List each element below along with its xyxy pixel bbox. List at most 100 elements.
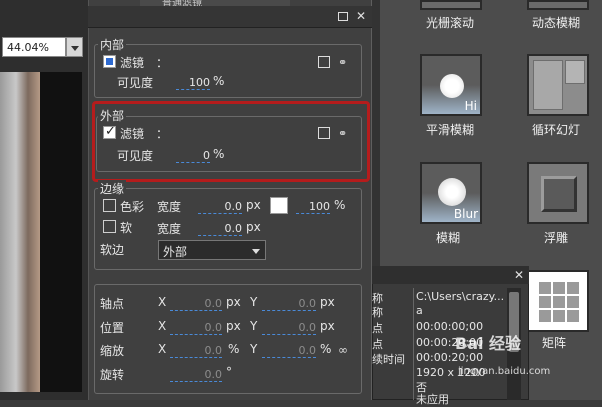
pivot-y-unit: px	[320, 295, 335, 309]
panel-titlebar: ✕	[88, 6, 372, 28]
effect-label-blur: 模糊	[436, 231, 461, 245]
effect-label-motion-blur: 动态模糊	[532, 16, 581, 30]
inner-group-title: 内部	[98, 36, 127, 53]
pivot-x-label: X	[158, 295, 167, 309]
position-y-label: Y	[250, 319, 258, 333]
position-y-unit: px	[320, 319, 335, 333]
edge-group-title: 边缘	[98, 180, 127, 197]
position-label: 位置	[100, 321, 125, 335]
edge-opacity-input[interactable]: 100	[296, 200, 330, 214]
pivot-x-input[interactable]: 0.0	[170, 297, 222, 311]
link-icon[interactable]: ⚭	[338, 127, 352, 140]
position-y-input[interactable]: 0.0	[262, 321, 316, 335]
edge-width-unit: px	[246, 198, 261, 212]
edge-soft-label: 软	[120, 221, 133, 235]
thumb-text-hi: Hi	[464, 99, 477, 113]
close-icon: ✕	[513, 268, 525, 282]
rotate-input[interactable]: 0.0	[170, 368, 222, 382]
info-column-divider	[413, 288, 414, 400]
effect-label-loop-slide: 循环幻灯	[532, 123, 581, 137]
folder-icon[interactable]	[318, 127, 330, 139]
restore-icon	[338, 12, 348, 21]
pivot-label: 轴点	[100, 297, 125, 311]
restore-button[interactable]	[336, 10, 350, 24]
clip-info-titlebar: ✕	[372, 266, 529, 284]
effect-thumb-smooth-blur[interactable]: Hi	[420, 54, 482, 116]
soft-edge-label: 软边	[100, 243, 125, 257]
effect-thumb-emboss[interactable]	[527, 162, 589, 224]
inner-filter-colon: ：	[156, 56, 169, 70]
effects-divider	[372, 0, 380, 270]
scale-x-label: X	[158, 342, 167, 356]
edge-color-label: 色彩	[120, 200, 145, 214]
effect-label-emboss: 浮雕	[544, 231, 569, 245]
soft-edge-select[interactable]: 外部	[158, 240, 266, 260]
scale-y-unit: %	[320, 342, 332, 356]
position-x-input[interactable]: 0.0	[170, 321, 222, 335]
inner-filter-label: 滤镜	[120, 56, 145, 70]
effect-thumb-raster-scroll[interactable]	[420, 0, 482, 10]
emboss-square-icon	[541, 176, 577, 212]
info-value: 未应用	[416, 393, 449, 406]
pivot-y-label: Y	[250, 295, 258, 309]
pivot-x-unit: px	[226, 295, 241, 309]
edge-width-label: 宽度	[157, 200, 182, 214]
baidu-watermark: Bai 经验	[455, 334, 522, 353]
outer-filter-colon: ：	[156, 127, 169, 141]
slide-panel-icon	[565, 60, 585, 84]
edge-opacity-unit: %	[334, 198, 346, 212]
sphere-icon	[438, 178, 466, 206]
scale-y-input[interactable]: 0.0	[262, 344, 316, 358]
scale-x-unit: %	[228, 342, 240, 356]
inner-visibility-unit: %	[213, 74, 225, 88]
inner-visibility-input[interactable]: 100	[176, 76, 210, 90]
effect-label-matrix: 矩阵	[542, 336, 567, 350]
info-key: 点	[372, 338, 383, 351]
baidu-watermark-url: jingyan.baidu.com	[458, 366, 551, 377]
edge-color-checkbox[interactable]	[103, 199, 116, 212]
thumb-text-blur: Blur	[453, 207, 478, 221]
rotate-label: 旋转	[100, 368, 125, 382]
rotate-unit: °	[226, 365, 232, 379]
zoom-dropdown-button[interactable]	[66, 37, 83, 57]
grid-icon	[539, 282, 579, 322]
chain-link-icon[interactable]: ∞	[338, 343, 348, 357]
position-x-label: X	[158, 319, 167, 333]
outer-visibility-unit: %	[213, 147, 225, 161]
soft-edge-selected: 外部	[163, 245, 188, 259]
info-value: C:\Users\crazy...	[416, 290, 505, 303]
zoom-input[interactable]: 44.04%	[2, 37, 66, 57]
edge-color-swatch[interactable]	[270, 197, 288, 214]
grid-line	[539, 308, 579, 310]
scale-x-input[interactable]: 0.0	[170, 344, 222, 358]
outer-filter-label: 滤镜	[120, 127, 145, 141]
grid-line	[539, 294, 579, 296]
outer-group-title: 外部	[98, 107, 127, 124]
pivot-y-input[interactable]: 0.0	[262, 297, 316, 311]
slide-panel-icon	[533, 60, 563, 110]
edge-width-input[interactable]: 0.0	[198, 200, 242, 214]
outer-filter-checkbox[interactable]	[103, 124, 116, 139]
effect-thumb-loop-slide[interactable]	[527, 54, 589, 116]
close-icon: ✕	[355, 9, 367, 23]
info-close-button[interactable]: ✕	[512, 268, 526, 282]
outer-visibility-input[interactable]: 0	[176, 149, 210, 163]
info-key: 续时间	[372, 353, 405, 366]
effect-label-smooth-blur: 平滑模糊	[426, 123, 475, 137]
scale-y-label: Y	[250, 342, 258, 356]
preview-image	[0, 72, 40, 392]
folder-icon[interactable]	[318, 56, 330, 68]
close-button[interactable]: ✕	[354, 9, 368, 23]
effect-thumb-blur[interactable]: Blur	[420, 162, 482, 224]
edge-soft-width-input[interactable]: 0.0	[198, 222, 242, 236]
effect-thumb-matrix[interactable]	[527, 270, 589, 332]
info-value: a	[416, 304, 423, 317]
edge-soft-width-label: 宽度	[157, 222, 182, 236]
position-x-unit: px	[226, 319, 241, 333]
link-icon[interactable]: ⚭	[338, 56, 352, 69]
edge-soft-width-unit: px	[246, 220, 261, 234]
inner-filter-checkbox[interactable]	[103, 55, 116, 68]
effect-thumb-motion-blur[interactable]	[527, 0, 589, 10]
inner-visibility-label: 可见度	[117, 76, 154, 90]
edge-soft-checkbox[interactable]	[103, 220, 116, 233]
